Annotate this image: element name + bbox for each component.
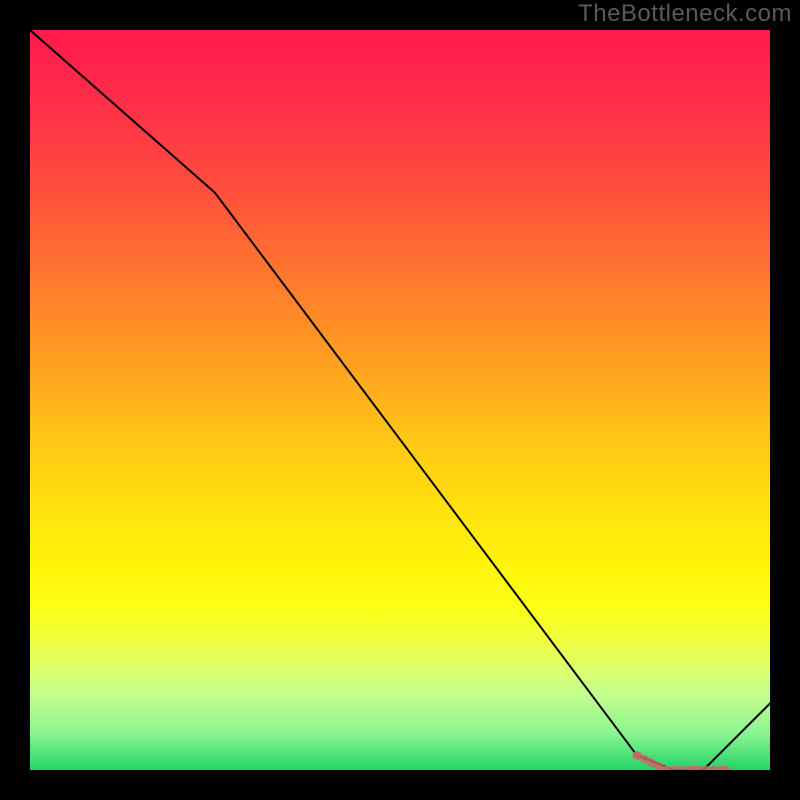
chart-container: TheBottleneck.com bbox=[0, 0, 800, 800]
series-line bbox=[30, 30, 770, 770]
watermark-text: TheBottleneck.com bbox=[578, 0, 792, 28]
plot-area bbox=[30, 30, 770, 770]
highlight-band bbox=[633, 751, 730, 770]
line-layer bbox=[30, 30, 770, 770]
